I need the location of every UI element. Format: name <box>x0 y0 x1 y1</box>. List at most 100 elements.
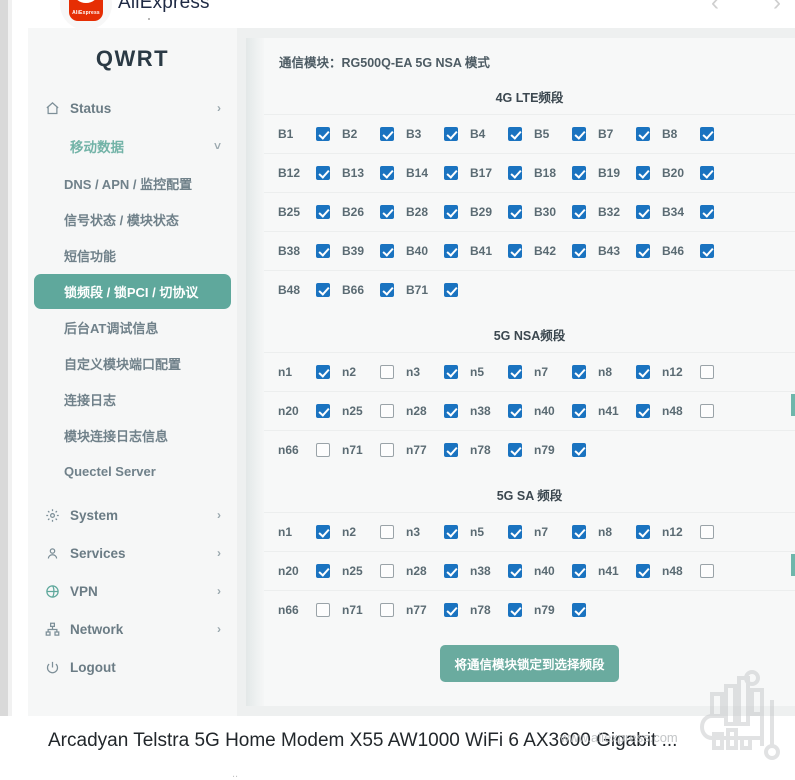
band-checkbox-B12[interactable] <box>316 166 330 180</box>
sidebar-subitem-sms[interactable]: 短信功能 <box>34 238 231 273</box>
band-checkbox-B30[interactable] <box>572 205 586 219</box>
band-checkbox-B18[interactable] <box>572 166 586 180</box>
band-checkbox-n12[interactable] <box>700 365 714 379</box>
sidebar-subitem-quectel-server[interactable]: Quectel Server <box>34 454 231 489</box>
band-checkbox-B2[interactable] <box>380 127 394 141</box>
carousel-next-icon[interactable]: › <box>764 0 790 16</box>
band-label: n25 <box>342 564 363 578</box>
sidebar-item-vpn[interactable]: VPN › <box>34 573 231 609</box>
band-checkbox-B71[interactable] <box>444 283 458 297</box>
band-checkbox-B7[interactable] <box>636 127 650 141</box>
band-checkbox-n20[interactable] <box>316 564 330 578</box>
band-checkbox-B19[interactable] <box>636 166 650 180</box>
band-checkbox-n40[interactable] <box>572 404 586 418</box>
band-checkbox-n48[interactable] <box>700 404 714 418</box>
band-checkbox-n1[interactable] <box>316 525 330 539</box>
band-checkbox-B3[interactable] <box>444 127 458 141</box>
band-checkbox-n79[interactable] <box>572 603 586 617</box>
sidebar-item-system[interactable]: System › <box>34 497 231 533</box>
band-checkbox-n8[interactable] <box>636 525 650 539</box>
band-checkbox-n48[interactable] <box>700 564 714 578</box>
band-checkbox-n40[interactable] <box>572 564 586 578</box>
aliexpress-logo[interactable]: AliExpress <box>60 0 112 30</box>
band-checkbox-n77[interactable] <box>444 603 458 617</box>
band-checkbox-B8[interactable] <box>700 127 714 141</box>
sidebar: QWRT Status › 移动数据 ˅ DNS / APN / 监控配置 信号… <box>28 28 237 716</box>
band-checkbox-B43[interactable] <box>636 244 650 258</box>
band-checkbox-B34[interactable] <box>700 205 714 219</box>
band-checkbox-n25[interactable] <box>380 404 394 418</box>
band-checkbox-n78[interactable] <box>508 443 522 457</box>
band-checkbox-n1[interactable] <box>316 365 330 379</box>
lock-bands-button[interactable]: 将通信模块锁定到选择频段 <box>440 645 619 682</box>
band-cell-B20: B20 <box>662 166 726 180</box>
band-label: B48 <box>278 283 301 297</box>
band-checkbox-n25[interactable] <box>380 564 394 578</box>
band-checkbox-n77[interactable] <box>444 443 458 457</box>
band-checkbox-n3[interactable] <box>444 365 458 379</box>
band-checkbox-n3[interactable] <box>444 525 458 539</box>
band-checkbox-n7[interactable] <box>572 525 586 539</box>
band-checkbox-n71[interactable] <box>380 603 394 617</box>
band-checkbox-n5[interactable] <box>508 365 522 379</box>
band-checkbox-n2[interactable] <box>380 525 394 539</box>
band-checkbox-B25[interactable] <box>316 205 330 219</box>
band-checkbox-n38[interactable] <box>508 404 522 418</box>
band-checkbox-B66[interactable] <box>380 283 394 297</box>
band-checkbox-B17[interactable] <box>508 166 522 180</box>
band-checkbox-B46[interactable] <box>700 244 714 258</box>
band-checkbox-B4[interactable] <box>508 127 522 141</box>
sidebar-subitem-label: 自定义模块端口配置 <box>64 357 182 372</box>
band-checkbox-n66[interactable] <box>316 603 330 617</box>
band-label: B71 <box>406 283 429 297</box>
band-checkbox-n41[interactable] <box>636 404 650 418</box>
sidebar-item-status[interactable]: Status › <box>34 90 231 126</box>
sidebar-subitem-module-log[interactable]: 模块连接日志信息 <box>34 418 231 453</box>
band-checkbox-B38[interactable] <box>316 244 330 258</box>
band-checkbox-B28[interactable] <box>444 205 458 219</box>
sidebar-item-logout[interactable]: Logout <box>34 649 231 685</box>
band-checkbox-B41[interactable] <box>508 244 522 258</box>
band-label: n25 <box>342 404 363 418</box>
band-checkbox-n28[interactable] <box>444 404 458 418</box>
band-checkbox-B5[interactable] <box>572 127 586 141</box>
band-checkbox-B39[interactable] <box>380 244 394 258</box>
band-checkbox-B32[interactable] <box>636 205 650 219</box>
band-checkbox-n66[interactable] <box>316 443 330 457</box>
sidebar-subitem-dns-apn[interactable]: DNS / APN / 监控配置 <box>34 166 231 201</box>
band-row: n1 n2 n3 n5 n7 n8 n12 <box>264 352 795 391</box>
sidebar-item-network[interactable]: Network › <box>34 611 231 647</box>
band-checkbox-B20[interactable] <box>700 166 714 180</box>
sidebar-subitem-band-lock[interactable]: 锁频段 / 锁PCI / 切协议 <box>34 274 231 309</box>
band-checkbox-n2[interactable] <box>380 365 394 379</box>
sidebar-subitem-signal-status[interactable]: 信号状态 / 模块状态 <box>34 202 231 237</box>
band-checkbox-B48[interactable] <box>316 283 330 297</box>
band-checkbox-n20[interactable] <box>316 404 330 418</box>
sidebar-subitem-custom-port[interactable]: 自定义模块端口配置 <box>34 346 231 381</box>
band-checkbox-B29[interactable] <box>508 205 522 219</box>
band-checkbox-B40[interactable] <box>444 244 458 258</box>
band-checkbox-n78[interactable] <box>508 603 522 617</box>
sidebar-subitem-at-debug[interactable]: 后台AT调试信息 <box>34 310 231 345</box>
band-checkbox-n38[interactable] <box>508 564 522 578</box>
band-checkbox-n5[interactable] <box>508 525 522 539</box>
band-checkbox-n12[interactable] <box>700 525 714 539</box>
sidebar-item-services[interactable]: Services › <box>34 535 231 571</box>
band-checkbox-n41[interactable] <box>636 564 650 578</box>
aliexpress-logo-mark: AliExpress <box>69 0 103 21</box>
band-checkbox-B26[interactable] <box>380 205 394 219</box>
band-checkbox-B1[interactable] <box>316 127 330 141</box>
band-checkbox-B42[interactable] <box>572 244 586 258</box>
band-checkbox-B14[interactable] <box>444 166 458 180</box>
band-checkbox-n79[interactable] <box>572 443 586 457</box>
carousel-prev-icon[interactable]: ‹ <box>702 0 728 16</box>
band-checkbox-n71[interactable] <box>380 443 394 457</box>
band-checkbox-n8[interactable] <box>636 365 650 379</box>
band-checkbox-B13[interactable] <box>380 166 394 180</box>
band-checkbox-n28[interactable] <box>444 564 458 578</box>
band-cell-n12: n12 <box>662 365 726 379</box>
band-cell-B34: B34 <box>662 205 726 219</box>
sidebar-item-mobile-data[interactable]: 移动数据 ˅ <box>34 128 231 164</box>
band-checkbox-n7[interactable] <box>572 365 586 379</box>
sidebar-subitem-connection-log[interactable]: 连接日志 <box>34 382 231 417</box>
